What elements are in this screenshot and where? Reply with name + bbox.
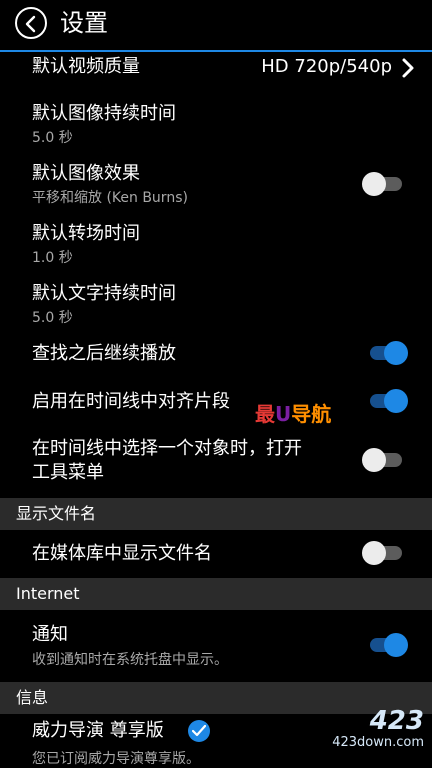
chevron-right-icon [402, 58, 414, 78]
setting-label: 查找之后继续播放 [32, 343, 176, 364]
toggle-switch[interactable] [362, 541, 408, 565]
watermark-corner: 423 423down.com [332, 706, 424, 750]
toggle-switch[interactable] [362, 389, 408, 413]
section-title: 显示文件名 [16, 504, 97, 523]
setting-label: 默认文字持续时间 [32, 283, 176, 304]
check-badge-icon [188, 720, 210, 742]
setting-label: 启用在时间线中对齐片段 [32, 391, 230, 412]
setting-label-line1: 在时间线中选择一个对象时，打开 [32, 438, 302, 459]
app-header: 设置 [0, 0, 432, 52]
setting-show-filename[interactable]: 在媒体库中显示文件名 [0, 530, 432, 578]
setting-video-quality[interactable]: 默认视频质量 HD 720p/540p [0, 52, 432, 90]
setting-transition-duration[interactable]: 默认转场时间 1.0 秒 [0, 210, 432, 270]
setting-snap-clips[interactable]: 启用在时间线中对齐片段 [0, 378, 432, 426]
chevron-left-icon [25, 15, 36, 33]
setting-label: 默认视频质量 [32, 56, 140, 77]
setting-image-effect[interactable]: 默认图像效果 平移和缩放 (Ken Burns) [0, 150, 432, 210]
back-button[interactable] [15, 7, 47, 39]
setting-value: HD 720p/540p [261, 56, 392, 77]
section-title: 信息 [16, 688, 49, 707]
watermark-center: 最U导航 [255, 402, 332, 426]
setting-continue-playback[interactable]: 查找之后继续播放 [0, 330, 432, 378]
section-header-internet: Internet [0, 578, 432, 610]
page-title: 设置 [60, 9, 108, 37]
setting-text-duration[interactable]: 默认文字持续时间 5.0 秒 [0, 270, 432, 330]
setting-sub: 5.0 秒 [32, 310, 73, 326]
setting-label: 威力导演 尊享版 [32, 720, 164, 741]
setting-tool-menu[interactable]: 在时间线中选择一个对象时，打开 工具菜单 [0, 426, 432, 498]
setting-sub: 您已订阅威力导演尊享版。 [32, 751, 200, 767]
setting-label: 默认转场时间 [32, 223, 140, 244]
setting-label: 通知 [32, 624, 68, 645]
setting-label: 默认图像持续时间 [32, 103, 176, 124]
setting-sub: 收到通知时在系统托盘中显示。 [32, 652, 228, 668]
setting-label: 在媒体库中显示文件名 [32, 543, 212, 564]
setting-notification[interactable]: 通知 收到通知时在系统托盘中显示。 [0, 610, 432, 682]
setting-image-duration[interactable]: 默认图像持续时间 5.0 秒 [0, 90, 432, 150]
toggle-switch[interactable] [362, 341, 408, 365]
setting-label: 默认图像效果 [32, 163, 140, 184]
toggle-switch[interactable] [362, 633, 408, 657]
section-title: Internet [16, 584, 80, 603]
setting-sub: 1.0 秒 [32, 250, 73, 266]
toggle-switch[interactable] [362, 448, 408, 472]
setting-sub: 平移和缩放 (Ken Burns) [32, 190, 188, 206]
setting-sub: 5.0 秒 [32, 130, 73, 146]
toggle-switch[interactable] [362, 172, 408, 196]
section-header-filename: 显示文件名 [0, 498, 432, 530]
setting-label-line2: 工具菜单 [32, 462, 104, 483]
